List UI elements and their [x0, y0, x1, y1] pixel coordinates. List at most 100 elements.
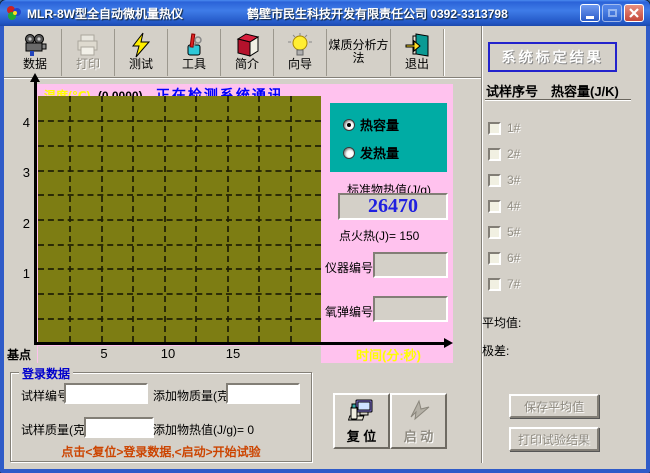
login-group-title: 登录数据	[19, 365, 73, 382]
toolbar-button-data[interactable]: 数据	[9, 29, 62, 76]
radio-calorific-value[interactable]: 发热量	[343, 143, 399, 162]
radio-icon	[343, 147, 355, 159]
toolbar-button-print[interactable]: 打印	[62, 29, 115, 76]
calibration-results-button[interactable]: 系统标定结果	[488, 42, 617, 72]
sample-checkbox-row-4[interactable]: 4#	[488, 199, 520, 213]
origin-label: 基点	[7, 346, 31, 363]
checkbox-icon	[488, 200, 501, 213]
checkbox-icon	[488, 278, 501, 291]
bomb-no-input[interactable]	[373, 296, 448, 322]
toolbar-label: 煤质分析方法	[327, 39, 390, 65]
start-arrow-icon	[405, 397, 433, 425]
sample-no-input[interactable]	[64, 383, 148, 404]
sample-mass-input[interactable]	[84, 417, 154, 438]
client-area: 数据 打印 测试	[4, 26, 646, 469]
radio-heat-capacity[interactable]: 热容量	[343, 115, 399, 134]
lightning-icon	[128, 31, 155, 58]
instrument-no-input[interactable]	[373, 252, 448, 278]
sample-label: 5#	[507, 225, 520, 239]
x-tick: 10	[159, 346, 177, 361]
radio-label: 热容量	[360, 115, 399, 134]
window-title: MLR-8W型全自动微机量热仪	[27, 5, 183, 22]
checkbox-icon	[488, 252, 501, 265]
sample-checkbox-row-1[interactable]: 1#	[488, 121, 520, 135]
instrument-no-label: 仪器编号	[325, 259, 373, 276]
sample-checkbox-row-7[interactable]: 7#	[488, 277, 520, 291]
application-window: MLR-8W型全自动微机量热仪 鹤壁市民生科技开发有限责任公司 0392-331…	[0, 0, 650, 473]
toolbar-label: 数据	[23, 58, 47, 71]
start-label: 启 动	[404, 426, 434, 445]
titlebar: MLR-8W型全自动微机量热仪 鹤壁市民生科技开发有限责任公司 0392-331…	[0, 0, 650, 26]
x-tick: 5	[97, 346, 111, 361]
close-icon	[629, 8, 639, 18]
toolbar-label: 工具	[182, 58, 206, 71]
computer-icon	[348, 397, 376, 425]
grid-line	[38, 318, 321, 320]
close-button[interactable]	[624, 4, 644, 22]
exit-icon	[404, 31, 431, 58]
sample-checkbox-row-5[interactable]: 5#	[488, 225, 520, 239]
standard-heat-input[interactable]: 26470	[338, 193, 448, 220]
grid-line	[38, 268, 321, 270]
printer-icon	[75, 31, 102, 58]
average-label: 平均值:	[482, 314, 521, 331]
maximize-icon	[608, 9, 617, 17]
start-button[interactable]: 启 动	[390, 393, 447, 449]
notebook-icon	[234, 31, 261, 58]
toolbar-button-tools[interactable]: 工具	[168, 29, 221, 76]
grid-line	[38, 244, 321, 246]
toolbar-button-exit[interactable]: 退出	[391, 29, 444, 76]
sample-label: 4#	[507, 199, 520, 213]
save-average-button[interactable]: 保存平均值	[509, 394, 599, 418]
y-tick: 4	[14, 115, 30, 130]
sample-checkbox-row-6[interactable]: 6#	[488, 251, 520, 265]
toolbar: 数据 打印 测试	[9, 29, 444, 76]
panel-divider	[481, 26, 483, 463]
grid-line	[38, 194, 321, 196]
calibration-header-divider	[485, 99, 631, 101]
reset-button[interactable]: 复 位	[333, 393, 390, 449]
toolbar-divider	[4, 77, 482, 79]
maximize-button[interactable]	[602, 4, 622, 22]
radio-icon	[343, 119, 355, 131]
sample-label: 2#	[507, 147, 520, 161]
x-axis-arrow-icon	[444, 338, 453, 348]
camera-icon	[22, 31, 49, 58]
calibration-table-header: 试样序号 热容量(J/K)	[486, 81, 619, 100]
toolbar-button-test[interactable]: 测试	[115, 29, 168, 76]
bulb-icon	[287, 31, 314, 58]
bomb-no-label: 氧弹编号	[325, 303, 373, 320]
y-tick: 2	[14, 216, 30, 231]
grid-line	[38, 120, 321, 122]
sample-label: 1#	[507, 121, 520, 135]
ignition-heat-text: 点火热(J)= 150	[339, 227, 419, 244]
sample-mass-label: 试样质量(克)	[21, 421, 89, 438]
toolbar-label: 测试	[129, 58, 153, 71]
toolbar-label: 向导	[288, 58, 312, 71]
print-results-button[interactable]: 打印试验结果	[509, 427, 599, 451]
sample-no-label: 试样编号	[21, 387, 69, 404]
grid-line	[38, 293, 321, 295]
additive-mass-input[interactable]	[226, 383, 300, 404]
login-data-group: 登录数据 试样编号 添加物质量(克) 试样质量(克) 添加物热值(J/g)= 0…	[10, 372, 312, 462]
toolbar-button-coal-analysis[interactable]: 煤质分析方法	[327, 29, 391, 76]
radio-label: 发热量	[360, 143, 399, 162]
y-tick: 1	[14, 266, 30, 281]
toolbar-button-wizard[interactable]: 向导	[274, 29, 327, 76]
reset-label: 复 位	[347, 426, 377, 445]
x-tick: 15	[224, 346, 242, 361]
y-tick: 3	[14, 165, 30, 180]
toolbar-button-intro[interactable]: 简介	[221, 29, 274, 76]
minimize-button[interactable]	[580, 4, 600, 22]
tools-icon	[181, 31, 208, 58]
plot-area	[38, 96, 321, 342]
x-axis-title: 时间(分:秒)	[356, 345, 421, 364]
sample-checkbox-row-2[interactable]: 2#	[488, 147, 520, 161]
y-axis-line	[34, 82, 37, 344]
sample-checkbox-row-3[interactable]: 3#	[488, 173, 520, 187]
additive-mass-label: 添加物质量(克)	[153, 387, 233, 404]
sample-label: 3#	[507, 173, 520, 187]
checkbox-icon	[488, 226, 501, 239]
y-axis-arrow-icon	[30, 73, 40, 82]
app-icon	[6, 5, 22, 21]
